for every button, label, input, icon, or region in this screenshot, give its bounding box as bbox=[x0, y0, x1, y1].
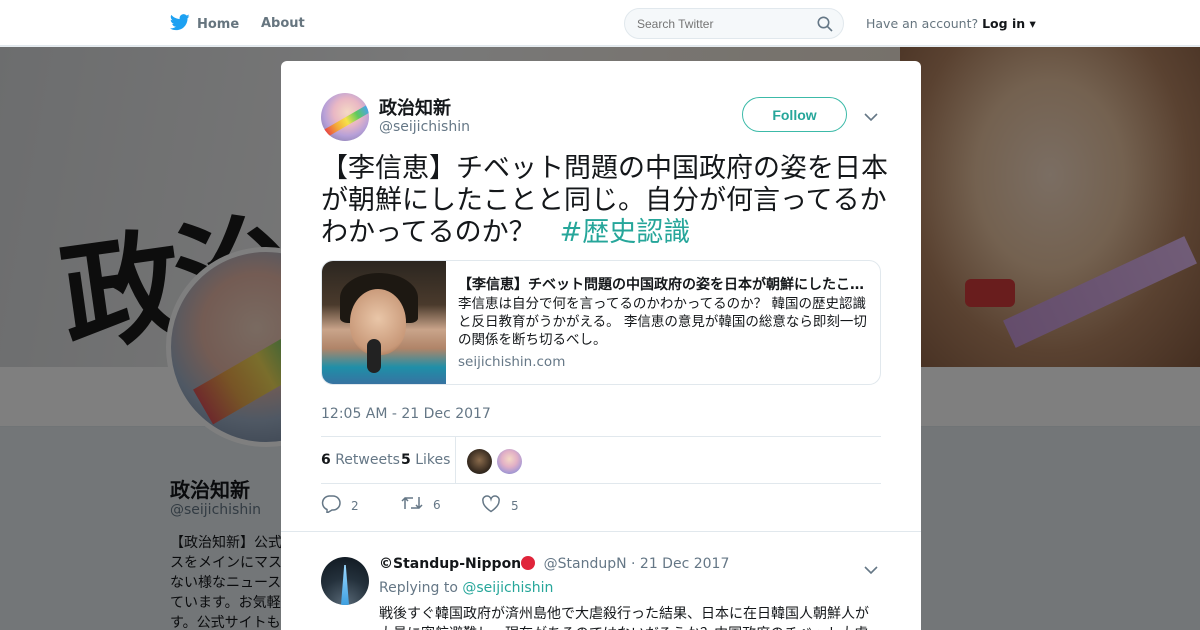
liker-avatar[interactable] bbox=[497, 449, 522, 474]
hashtag-link[interactable]: #歴史認識 bbox=[560, 217, 691, 248]
reply-date[interactable]: 21 Dec 2017 bbox=[640, 556, 729, 572]
close-icon[interactable]: ✕ bbox=[1154, 10, 1181, 42]
stats-divider bbox=[455, 437, 456, 483]
link-card[interactable]: 【李信恵】チベット問題の中国政府の姿を日本が朝鮮にしたことと同じ。自分が何言って… bbox=[321, 260, 881, 385]
replying-to-link[interactable]: @seijichishin bbox=[462, 580, 553, 596]
top-nav: Home About Have an account? Log in ▾ bbox=[0, 0, 1200, 46]
reply-icon bbox=[321, 495, 341, 516]
reply-menu-chevron-icon[interactable] bbox=[864, 560, 878, 579]
nav-home-link[interactable]: Home bbox=[169, 14, 240, 35]
have-account-text: Have an account? bbox=[866, 16, 979, 31]
card-thumbnail bbox=[322, 261, 446, 384]
reply-separator: · bbox=[631, 556, 636, 572]
replying-to: Replying to @seijichishin bbox=[379, 580, 554, 596]
reply-author-avatar[interactable] bbox=[321, 557, 369, 605]
likes-stat[interactable]: 5 Likes bbox=[401, 452, 450, 468]
card-title: 【李信恵】チベット問題の中国政府の姿を日本が朝鮮にしたことと同じ。自分が何言って… bbox=[458, 277, 870, 293]
heart-icon bbox=[481, 495, 501, 516]
search-icon[interactable] bbox=[817, 16, 833, 36]
follow-button[interactable]: Follow bbox=[742, 97, 847, 132]
login-prompt: Have an account? Log in ▾ bbox=[866, 16, 1036, 31]
twitter-bird-icon bbox=[169, 14, 190, 35]
nav-about-link[interactable]: About bbox=[261, 16, 305, 31]
tweet-stats: 6 Retweets 5 Likes bbox=[321, 436, 881, 484]
author-handle[interactable]: @seijichishin bbox=[379, 119, 470, 135]
card-description: 李信恵は自分で何を言ってるのかわかってるのか？ 韓国の歴史認識と反日教育がうかが… bbox=[458, 296, 867, 348]
retweets-stat[interactable]: 6 Retweets bbox=[321, 452, 400, 468]
reply-author-name[interactable]: ©Standup-Nippon bbox=[379, 556, 521, 572]
reply-header: ©Standup-Nippon @StandupN · 21 Dec 2017 bbox=[379, 556, 729, 572]
nav-home-label: Home bbox=[197, 17, 240, 32]
tweet-text: 【李信恵】チベット問題の中国政府の姿を日本が朝鮮にしたことと同じ。自分が何言って… bbox=[321, 153, 891, 249]
reply-count: 2 bbox=[351, 498, 359, 513]
reply-author-handle[interactable]: @StandupN bbox=[544, 556, 627, 572]
liker-avatar[interactable] bbox=[467, 449, 492, 474]
retweet-icon bbox=[401, 495, 423, 514]
tweet-menu-chevron-icon[interactable] bbox=[864, 107, 878, 126]
like-count: 5 bbox=[511, 498, 519, 513]
author-name[interactable]: 政治知新 bbox=[379, 94, 451, 120]
card-domain: seijichishin.com bbox=[458, 354, 566, 370]
retweet-count: 6 bbox=[433, 497, 441, 512]
tweet-modal: 政治知新 @seijichishin Follow 【李信恵】チベット問題の中国… bbox=[281, 61, 921, 630]
tweet-actions: 2 6 5 bbox=[321, 491, 881, 519]
reply-text: 戦後すぐ韓国政府が済州島他で大虐殺行った結果、日本に在日韓国人朝鮮人が大量に密航… bbox=[379, 606, 869, 630]
search-input[interactable] bbox=[625, 9, 805, 38]
red-circle-icon bbox=[521, 556, 536, 570]
retweet-action[interactable]: 6 bbox=[401, 495, 441, 514]
login-link[interactable]: Log in ▾ bbox=[982, 16, 1036, 31]
reply-action[interactable]: 2 bbox=[321, 495, 359, 516]
reply-tweet[interactable]: ©Standup-Nippon @StandupN · 21 Dec 2017 … bbox=[281, 531, 921, 630]
like-action[interactable]: 5 bbox=[481, 495, 519, 516]
author-avatar[interactable] bbox=[321, 93, 369, 141]
search-box bbox=[624, 8, 844, 39]
caret-down-icon: ▾ bbox=[1029, 16, 1036, 31]
tweet-timestamp[interactable]: 12:05 AM - 21 Dec 2017 bbox=[321, 406, 491, 422]
